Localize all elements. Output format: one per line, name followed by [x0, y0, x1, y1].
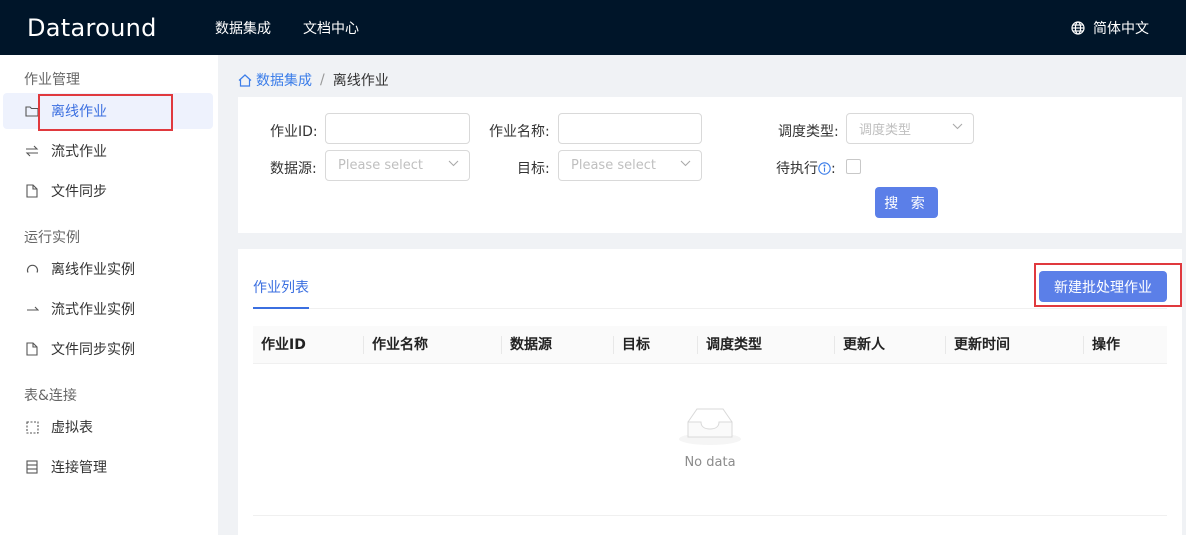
- chevron-down-icon: [680, 160, 691, 167]
- sidebar: 作业管理 离线作业 流式作业 文件同步 运行实例 离线作业实例 流式作业实例 文…: [0, 55, 218, 535]
- sidebar-group-run-instances: 运行实例: [24, 230, 80, 246]
- target-placeholder: Please select: [571, 158, 656, 173]
- breadcrumb-home[interactable]: 数据集成: [238, 70, 312, 90]
- empty-text: No data: [684, 455, 736, 470]
- target-select[interactable]: Please select: [558, 150, 702, 181]
- datasource-select[interactable]: Please select: [325, 150, 470, 181]
- tab-divider: [253, 308, 1167, 309]
- pending-label-text: 待执行: [776, 161, 818, 177]
- sidebar-item-label: 流式作业: [51, 144, 107, 160]
- filter-panel: 作业ID: 作业名称: 调度类型: 调度类型 数据源: Please selec…: [238, 97, 1182, 233]
- job-id-label: 作业ID:: [270, 124, 318, 140]
- file-icon: [25, 342, 39, 356]
- breadcrumb-separator: /: [320, 72, 325, 88]
- nav-data-integration[interactable]: 数据集成: [215, 18, 271, 38]
- sidebar-item-connection-management[interactable]: 连接管理: [3, 449, 213, 485]
- dashed-box-icon: [25, 420, 39, 434]
- sidebar-group-tables-connections: 表&连接: [24, 388, 77, 404]
- schedule-type-placeholder: 调度类型: [859, 123, 912, 138]
- pending-checkbox[interactable]: [846, 159, 861, 174]
- datasource-label: 数据源:: [270, 161, 317, 177]
- schedule-type-label: 调度类型:: [778, 124, 839, 140]
- job-name-label: 作业名称:: [489, 124, 550, 140]
- job-list-panel: 作业列表 新建批处理作业 作业ID 作业名称 数据源 目标 调度类型 更新人 更…: [238, 249, 1182, 535]
- breadcrumb-home-label: 数据集成: [256, 73, 312, 89]
- schedule-type-select[interactable]: 调度类型: [846, 113, 974, 144]
- pending-label-colon: :: [831, 161, 836, 177]
- language-label: 简体中文: [1093, 20, 1149, 37]
- datasource-placeholder: Please select: [338, 158, 423, 173]
- job-name-input[interactable]: [558, 113, 702, 144]
- sidebar-item-label: 离线作业: [51, 104, 107, 120]
- job-id-input[interactable]: [325, 113, 470, 144]
- sidebar-item-label: 流式作业实例: [51, 302, 135, 318]
- breadcrumb: 数据集成 / 离线作业: [238, 70, 389, 90]
- sidebar-item-stream-jobs[interactable]: 流式作业: [3, 133, 213, 169]
- empty-inbox-icon: [679, 408, 741, 445]
- arrow-right-icon: [25, 302, 39, 316]
- folder-icon: [25, 104, 39, 118]
- table-header: 作业ID 作业名称 数据源 目标 调度类型 更新人 更新时间 操作: [253, 326, 1167, 364]
- sidebar-item-offline-job-instances[interactable]: 离线作业实例: [3, 251, 213, 287]
- chevron-down-icon: [952, 123, 963, 130]
- sidebar-item-label: 文件同步实例: [51, 342, 135, 358]
- target-label: 目标:: [517, 161, 550, 177]
- app-logo[interactable]: Dataround: [27, 14, 215, 42]
- language-switcher[interactable]: 简体中文: [1071, 0, 1149, 55]
- sidebar-item-label: 虚拟表: [51, 420, 93, 436]
- sidebar-item-stream-job-instances[interactable]: 流式作业实例: [3, 291, 213, 327]
- database-icon: [25, 460, 39, 474]
- sidebar-item-file-sync-instances[interactable]: 文件同步实例: [3, 331, 213, 367]
- sidebar-group-job-management: 作业管理: [24, 72, 80, 88]
- column-target: 目标: [622, 337, 650, 353]
- tab-active-indicator: [253, 307, 309, 309]
- sidebar-item-label: 文件同步: [51, 184, 107, 200]
- column-schedule-type: 调度类型: [706, 337, 762, 353]
- home-icon: [238, 73, 252, 87]
- refresh-icon: [25, 262, 39, 276]
- file-icon: [25, 184, 39, 198]
- top-header: Dataround 数据集成 文档中心 简体中文: [0, 0, 1186, 55]
- column-job-name: 作业名称: [372, 337, 428, 353]
- top-nav: 数据集成 文档中心: [215, 18, 391, 38]
- breadcrumb-current: 离线作业: [332, 73, 389, 89]
- sidebar-item-label: 离线作业实例: [51, 262, 135, 278]
- nav-docs-center[interactable]: 文档中心: [303, 18, 359, 38]
- empty-state: No data: [253, 364, 1167, 516]
- swap-icon: [25, 144, 39, 158]
- sidebar-item-file-sync[interactable]: 文件同步: [3, 173, 213, 209]
- tab-job-list[interactable]: 作业列表: [253, 277, 309, 297]
- column-datasource: 数据源: [510, 337, 552, 353]
- column-actions: 操作: [1092, 337, 1120, 353]
- search-button[interactable]: 搜 索: [875, 187, 938, 218]
- globe-icon: [1071, 20, 1085, 35]
- sidebar-item-label: 连接管理: [51, 460, 107, 476]
- chevron-down-icon: [448, 160, 459, 167]
- sidebar-item-virtual-tables[interactable]: 虚拟表: [3, 409, 213, 445]
- column-job-id: 作业ID: [261, 337, 306, 353]
- sidebar-item-offline-jobs[interactable]: 离线作业: [3, 93, 213, 129]
- column-updated-time: 更新时间: [954, 337, 1010, 353]
- column-updated-by: 更新人: [843, 337, 885, 353]
- pending-label: 待执行:: [776, 158, 836, 178]
- info-icon[interactable]: [818, 162, 831, 175]
- new-batch-job-button[interactable]: 新建批处理作业: [1039, 271, 1167, 302]
